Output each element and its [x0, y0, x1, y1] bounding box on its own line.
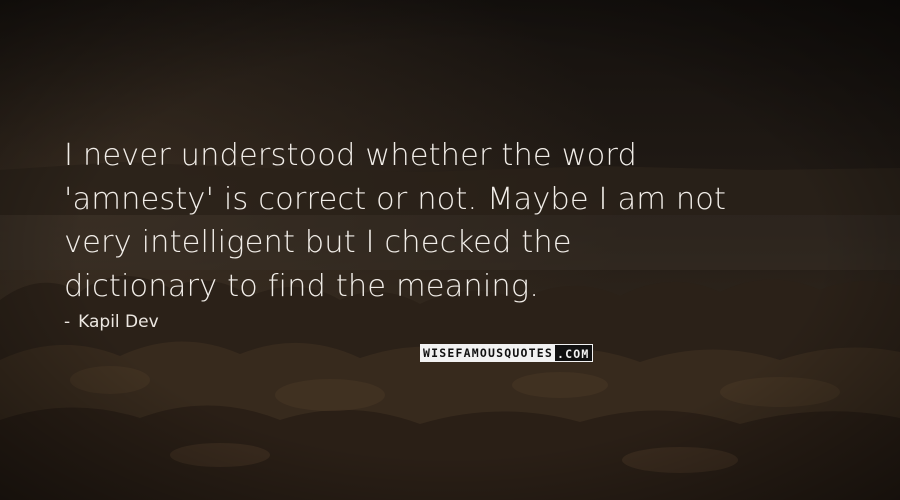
- quote-card: I never understood whether the word 'amn…: [0, 0, 900, 500]
- quote-line: I never understood whether the word: [64, 138, 637, 173]
- author-dash: -: [64, 312, 71, 332]
- quote-line: dictionary to find the meaning.: [64, 268, 540, 304]
- quote-author: - Kapil Dev: [64, 311, 159, 333]
- watermark-text-main: WISEFAMOUSQUOTES: [420, 344, 555, 362]
- author-name: Kapil Dev: [78, 312, 159, 332]
- watermark-logo: WISEFAMOUSQUOTES .COM: [420, 344, 594, 362]
- quote-line: 'amnesty' is correct or not. Maybe I am …: [64, 181, 727, 217]
- quote-line: very intelligent but I checked the: [64, 225, 572, 260]
- quote-text: I never understood whether the word 'amn…: [64, 134, 864, 308]
- watermark-text-domain: .COM: [554, 344, 594, 362]
